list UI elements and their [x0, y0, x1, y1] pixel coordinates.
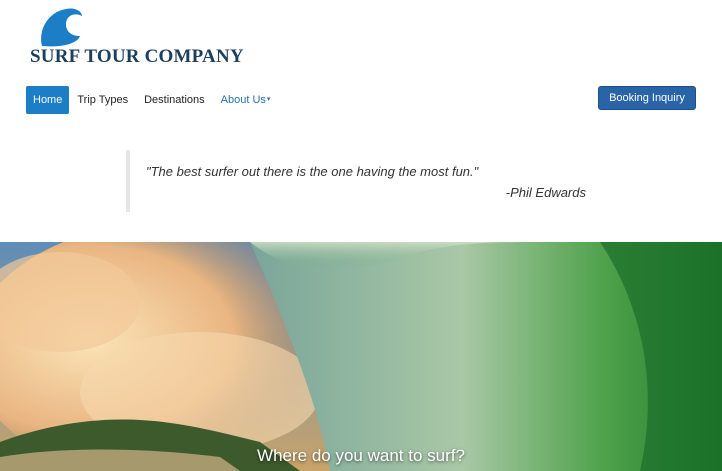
- wave-icon: [41, 8, 82, 47]
- nav-item-home[interactable]: Home: [26, 86, 70, 114]
- booking-inquiry-button[interactable]: Booking Inquiry: [598, 86, 696, 110]
- brand-name: SURF TOUR COMPANY: [30, 46, 244, 67]
- hero-wave-image: [0, 242, 722, 471]
- quote-text: "The best surfer out there is the one ha…: [146, 164, 479, 179]
- nav-item-trip-types[interactable]: Trip Types: [69, 86, 136, 114]
- nav-item-destinations[interactable]: Destinations: [136, 86, 213, 114]
- nav-item-about-us-label: About Us: [220, 94, 266, 106]
- quote-block: "The best surfer out there is the one ha…: [126, 150, 596, 212]
- nav-item-about-us[interactable]: About Us▾: [213, 86, 279, 114]
- quote-author: -Phil Edwards: [505, 185, 586, 200]
- brand-logo[interactable]: SURF TOUR COMPANY: [28, 6, 248, 68]
- hero-banner: Where do you want to surf?: [0, 242, 722, 471]
- main-nav: Home Trip Types Destinations About Us▾: [26, 86, 278, 114]
- hero-caption: Where do you want to surf?: [257, 446, 465, 465]
- chevron-down-icon: ▾: [266, 96, 271, 104]
